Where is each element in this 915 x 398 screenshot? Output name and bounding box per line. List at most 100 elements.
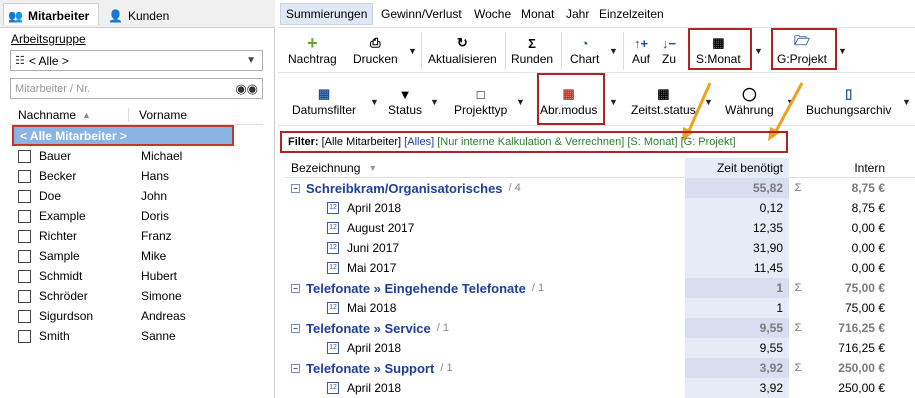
collapse-toggle-icon[interactable]: − <box>291 183 300 193</box>
calendar-icon: 12 <box>327 202 339 214</box>
auf-button[interactable]: ↑+ Auf <box>632 34 650 67</box>
month-row[interactable]: 12 Mai 2018 1 75,00 € <box>285 298 915 318</box>
expand-icon: ↑+ <box>633 35 649 51</box>
checkbox[interactable] <box>18 229 31 243</box>
runden-button[interactable]: Σ Runden <box>511 34 553 67</box>
tab-kunden[interactable]: 👤 Kunden <box>104 3 173 25</box>
group-intern: 716,25 € <box>838 321 885 335</box>
month-row[interactable]: 12 April 2018 3,92 250,00 € <box>285 378 915 398</box>
group-name: Telefonate » Service <box>306 320 431 336</box>
gprojekt-dropdown-icon[interactable]: ▼ <box>838 46 847 56</box>
smonat-dropdown-icon[interactable]: ▼ <box>754 46 763 56</box>
tab-einzelzeiten[interactable]: Einzelzeiten <box>594 3 669 25</box>
drucken-dropdown-icon[interactable]: ▼ <box>408 46 417 56</box>
collapse-toggle-icon[interactable]: − <box>291 363 300 373</box>
employee-row[interactable]: Richter Franz <box>12 226 262 246</box>
collapse-toggle-icon[interactable]: − <box>291 283 300 293</box>
aktualisieren-button[interactable]: ↻ Aktualisieren <box>428 34 497 66</box>
checkbox[interactable] <box>18 149 31 163</box>
chart-button[interactable]: ◔ Chart <box>570 34 599 67</box>
employee-firstname: John <box>141 189 168 203</box>
employee-firstname: Andreas <box>141 309 186 323</box>
collapse-toggle-icon[interactable]: − <box>291 323 300 333</box>
projekttyp-button[interactable]: □ Projekttyp <box>454 85 507 118</box>
selected-all-employees-row[interactable]: < Alle Mitarbeiter > <box>12 125 234 146</box>
nachtrag-button[interactable]: + Nachtrag <box>288 33 337 67</box>
month-name: April 2018 <box>347 201 402 215</box>
month-name: April 2018 <box>347 341 402 355</box>
checkbox[interactable] <box>18 209 31 223</box>
employee-search-input[interactable]: Mitarbeiter / Nr. ◉◉ <box>10 78 263 99</box>
group-row[interactable]: − Schreibkram/Organisatorisches / 4 55,82 Σ 8… <box>285 178 915 198</box>
filter-bar: Filter: [Alle Mitarbeiter] [Alles] [Nur … <box>280 131 788 153</box>
col-bezeichnung[interactable]: Bezeichnung ▼ <box>285 161 685 175</box>
buchungsarchiv-dropdown-icon[interactable]: ▼ <box>902 97 911 107</box>
datumsfilter-button[interactable]: ▦ Datumsfilter <box>292 85 356 117</box>
employee-row[interactable]: Becker Hans <box>12 166 262 186</box>
employee-row[interactable]: Schmidt Hubert <box>12 266 262 286</box>
month-row[interactable]: 12 April 2018 9,55 716,25 € <box>285 338 915 358</box>
refresh-icon: ↻ <box>456 35 468 50</box>
datumsfilter-dropdown-icon[interactable]: ▼ <box>370 97 379 107</box>
group-row[interactable]: − Telefonate » Support / 1 3,92 Σ 250,00 € <box>285 358 915 378</box>
funnel-icon: ▼ <box>398 86 412 102</box>
month-intern: 0,00 € <box>851 221 885 235</box>
employee-row[interactable]: Bauer Michael <box>12 146 262 166</box>
col-nachname[interactable]: Nachname ▲ <box>10 108 128 122</box>
employee-row[interactable]: Doe John <box>12 186 262 206</box>
month-intern: 0,00 € <box>851 241 885 255</box>
status-dropdown-icon[interactable]: ▼ <box>430 97 439 107</box>
checkbox[interactable] <box>18 289 31 303</box>
month-row[interactable]: 12 August 2017 12,35 0,00 € <box>285 218 915 238</box>
month-row[interactable]: 12 Juni 2017 31,90 0,00 € <box>285 238 915 258</box>
smonat-button[interactable]: ▦ S:Monat <box>696 34 741 66</box>
projekttyp-dropdown-icon[interactable]: ▼ <box>516 97 525 107</box>
month-row[interactable]: 12 April 2018 0,12 8,75 € <box>285 198 915 218</box>
checkbox[interactable] <box>18 269 31 283</box>
group-name: Telefonate » Support <box>306 360 435 376</box>
group-name: Schreibkram/Organisatorisches <box>306 180 503 196</box>
abrmodus-dropdown-icon[interactable]: ▼ <box>609 97 618 107</box>
drucken-button[interactable]: ⎙ Drucken <box>353 34 398 66</box>
employee-row[interactable]: Smith Sanne <box>12 326 262 346</box>
month-name: April 2018 <box>347 381 402 395</box>
checkbox[interactable] <box>18 189 31 203</box>
binoculars-icon[interactable]: ◉◉ <box>235 81 258 97</box>
tab-mitarbeiter[interactable]: 👥 Mitarbeiter <box>3 3 99 25</box>
checkbox[interactable] <box>18 309 31 323</box>
employee-row[interactable]: Sample Mike <box>12 246 262 266</box>
group-row[interactable]: − Telefonate » Service / 1 9,55 Σ 716,25 € <box>285 318 915 338</box>
zu-button[interactable]: ↓− Zu <box>662 34 676 67</box>
group-select[interactable]: ☷ < Alle > ▼ <box>10 50 263 71</box>
employee-row[interactable]: Schröder Simone <box>12 286 262 306</box>
group-row[interactable]: − Telefonate » Eingehende Telefonate / 1 1Σ… <box>285 278 915 298</box>
project-icon: □ <box>476 86 485 102</box>
employee-row[interactable]: Sigurdson Andreas <box>12 306 262 326</box>
tab-monat[interactable]: Monat <box>516 3 559 25</box>
month-row[interactable]: 12 Mai 2017 11,45 0,00 € <box>285 258 915 278</box>
tab-summierungen[interactable]: Summierungen <box>280 3 374 25</box>
calculator-icon: ▦ <box>712 35 725 50</box>
calendar-icon: 12 <box>327 262 339 274</box>
col-intern[interactable]: Intern <box>807 161 889 175</box>
tab-gewinn-verlust[interactable]: Gewinn/Verlust <box>376 3 467 25</box>
month-name: August 2017 <box>347 221 415 235</box>
col-vorname[interactable]: Vorname <box>128 107 187 122</box>
checkbox[interactable] <box>18 329 31 343</box>
abrmodus-button[interactable]: ▦ Abr.modus <box>540 85 597 117</box>
checkbox[interactable] <box>18 249 31 263</box>
employee-row[interactable]: Example Doris <box>12 206 262 226</box>
chart-dropdown-icon[interactable]: ▼ <box>609 46 618 56</box>
tab-jahr[interactable]: Jahr <box>561 3 594 25</box>
checkbox[interactable] <box>18 169 31 183</box>
gprojekt-button[interactable]: 🗁 G:Projekt <box>777 33 827 66</box>
toolbar-main: + Nachtrag ⎙ Drucken ▼ ↻ Aktualisieren Σ… <box>278 28 915 73</box>
month-intern: 716,25 € <box>838 341 885 355</box>
month-name: Mai 2018 <box>347 301 397 315</box>
tab-woche[interactable]: Woche <box>469 3 516 25</box>
sigma-icon: Σ <box>794 322 802 334</box>
employee-lastname: Bauer <box>39 149 72 163</box>
status-button[interactable]: ▼ Status <box>388 85 422 118</box>
col-zeit[interactable]: Zeit benötigt <box>685 157 789 178</box>
calendar-icon: 12 <box>327 222 339 234</box>
